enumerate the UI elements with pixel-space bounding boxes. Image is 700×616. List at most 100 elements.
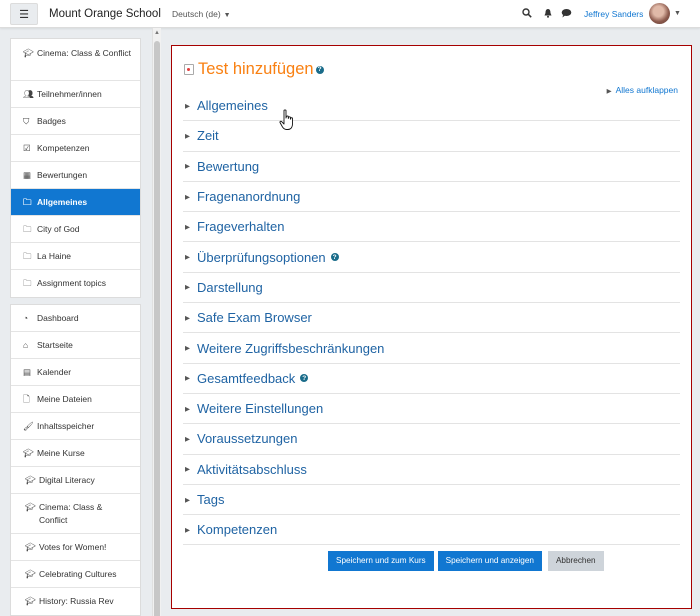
sidebar-item-label: Assignment topics <box>37 278 106 288</box>
folder-icon: 🗀 <box>23 251 32 261</box>
section-zeit[interactable]: ▶ Zeit <box>183 121 680 152</box>
avatar[interactable] <box>649 3 670 24</box>
form-sections: ▶ Allgemeines ▶ Zeit ▶ Bewertung ▶ Fragenano… <box>183 91 680 546</box>
sidebar-scrollbar[interactable]: ▲ <box>152 28 161 616</box>
graduation-cap-icon: 🎓︎ <box>25 569 36 579</box>
section-zugriffsbeschraenkungen[interactable]: ▶ Weitere Zugriffsbeschränkungen <box>183 333 680 364</box>
graduation-cap-icon: 🎓︎ <box>23 48 34 58</box>
sidebar-item-calendar[interactable]: ▤ Kalender <box>11 359 140 386</box>
hamburger-icon: ☰ <box>19 8 29 21</box>
caret-right-icon: ▶ <box>185 223 190 231</box>
section-label[interactable]: Weitere Einstellungen <box>197 401 323 416</box>
sidebar-item-course[interactable]: 🎓︎ Cinema: Class & Conflict <box>11 39 140 81</box>
section-darstellung[interactable]: ▶ Darstellung <box>183 273 680 304</box>
sidebar-item-allgemeines[interactable]: 🗀 Allgemeines <box>11 189 140 216</box>
sidebar-item-assignment-topics[interactable]: 🗀 Assignment topics <box>11 270 140 297</box>
section-weitere-einstellungen[interactable]: ▶ Weitere Einstellungen <box>183 394 680 425</box>
sidebar-item-label: Badges <box>37 116 66 126</box>
sidebar-item-label: City of God <box>37 224 80 234</box>
caret-right-icon: ▶ <box>185 526 190 534</box>
help-icon[interactable]: ? <box>315 65 324 74</box>
sidebar-item-label: Allgemeines <box>37 197 88 207</box>
save-and-return-button[interactable]: Speichern und zum Kurs <box>328 551 434 571</box>
caret-right-icon: ▶ <box>185 193 190 201</box>
language-label: Deutsch (de) <box>172 9 221 19</box>
sidebar-item-label: Meine Dateien <box>37 394 92 404</box>
language-menu[interactable]: Deutsch (de) ▼ <box>172 9 231 19</box>
sidebar-item-cinema[interactable]: 🎓︎ Cinema: Class & Conflict <box>11 494 140 534</box>
help-icon[interactable]: ? <box>300 374 309 383</box>
sidebar-item-label: Dashboard <box>37 313 79 323</box>
caret-right-icon: ▶ <box>185 284 190 292</box>
chat-icon[interactable] <box>561 8 572 21</box>
section-label[interactable]: Tags <box>197 492 224 507</box>
section-label[interactable]: Gesamtfeedback <box>197 371 295 386</box>
section-tags[interactable]: ▶ Tags <box>183 485 680 516</box>
scrollbar-thumb[interactable] <box>154 41 160 616</box>
sidebar-item-dashboard[interactable]: ◔ Dashboard <box>11 305 140 332</box>
section-safe-exam-browser[interactable]: ▶ Safe Exam Browser <box>183 303 680 334</box>
help-icon[interactable]: ? <box>330 253 339 262</box>
section-label[interactable]: Voraussetzungen <box>197 431 297 446</box>
shield-icon: ⛉ <box>23 116 30 126</box>
sidebar-item-label: Kompetenzen <box>37 143 90 153</box>
bell-icon[interactable] <box>543 8 553 21</box>
users-icon: 👥︎ <box>23 89 34 99</box>
sidebar-item-label: Startseite <box>37 340 73 350</box>
section-label[interactable]: Bewertung <box>197 159 259 174</box>
section-frageverhalten[interactable]: ▶ Frageverhalten <box>183 212 680 243</box>
site-name[interactable]: Mount Orange School <box>49 8 161 20</box>
sidebar-item-badges[interactable]: ⛉ Badges <box>11 108 140 135</box>
sidebar-item-competencies[interactable]: ☑ Kompetenzen <box>11 135 140 162</box>
section-kompetenzen[interactable]: ▶ Kompetenzen <box>183 515 680 546</box>
section-label[interactable]: Zeit <box>197 128 219 143</box>
form-buttons: Speichern und zum Kurs Speichern und anz… <box>328 551 604 571</box>
section-label[interactable]: Allgemeines <box>197 98 268 113</box>
sidebar-item-home[interactable]: ⌂ Startseite <box>11 332 140 359</box>
section-label[interactable]: Weitere Zugriffsbeschränkungen <box>197 341 384 356</box>
section-allgemeines[interactable]: ▶ Allgemeines <box>183 91 680 122</box>
menu-toggle-button[interactable]: ☰ <box>10 3 38 25</box>
caret-right-icon: ▶ <box>185 466 190 474</box>
sidebar-item-my-courses[interactable]: 🎓︎ Meine Kurse <box>11 440 140 467</box>
section-label[interactable]: Kompetenzen <box>197 522 277 537</box>
sidebar-item-la-haine[interactable]: 🗀 La Haine <box>11 243 140 270</box>
section-label[interactable]: Safe Exam Browser <box>197 310 312 325</box>
sidebar-item-content-bank[interactable]: 🖌︎ Inhaltsspeicher <box>11 413 140 440</box>
section-label[interactable]: Frageverhalten <box>197 219 284 234</box>
hand-pointer-cursor-icon <box>279 109 293 130</box>
brush-icon: 🖌︎ <box>23 421 34 431</box>
sidebar-item-digital-literacy[interactable]: 🎓︎ Digital Literacy <box>11 467 140 494</box>
sidebar-item-votes-for-women[interactable]: 🎓︎ Votes for Women! <box>11 534 140 561</box>
section-bewertung[interactable]: ▶ Bewertung <box>183 152 680 182</box>
scroll-up-icon[interactable]: ▲ <box>154 30 160 36</box>
cancel-button[interactable]: Abbrechen <box>547 551 604 571</box>
section-label[interactable]: Überprüfungsoptionen <box>197 250 326 265</box>
section-gesamtfeedback[interactable]: ▶ Gesamtfeedback? <box>183 364 680 394</box>
caret-right-icon: ▶ <box>185 314 190 322</box>
section-ueberpruefungsoptionen[interactable]: ▶ Überprüfungsoptionen? <box>183 242 680 273</box>
sidebar-item-history-russia[interactable]: 🎓︎ History: Russia Rev <box>11 588 140 615</box>
section-voraussetzungen[interactable]: ▶ Voraussetzungen <box>183 424 680 455</box>
section-aktivitaetsabschluss[interactable]: ▶ Aktivitätsabschluss <box>183 455 680 485</box>
caret-down-icon[interactable]: ▼ <box>674 10 681 17</box>
sidebar-item-label: Celebrating Cultures <box>39 569 117 579</box>
section-fragenanordnung[interactable]: ▶ Fragenanordnung <box>183 182 680 213</box>
sidebar-item-my-files[interactable]: 🗋 Meine Dateien <box>11 386 140 413</box>
caret-right-icon: ▶ <box>185 435 190 443</box>
sidebar-item-label: History: Russia Rev <box>39 596 114 606</box>
site-nav-group: ◔ Dashboard ⌂ Startseite ▤ Kalender 🗋 Me… <box>10 304 141 616</box>
sidebar-item-grades[interactable]: ▦ Bewertungen <box>11 162 140 189</box>
sidebar-item-participants[interactable]: 👥︎ Teilnehmer/innen <box>11 81 140 108</box>
graduation-cap-icon: 🎓︎ <box>23 448 34 458</box>
search-icon[interactable] <box>522 8 532 21</box>
section-label[interactable]: Fragenanordnung <box>197 189 300 204</box>
save-and-display-button[interactable]: Speichern und anzeigen <box>437 551 542 571</box>
section-label[interactable]: Darstellung <box>197 280 263 295</box>
user-name[interactable]: Jeffrey Sanders <box>584 9 643 19</box>
graduation-cap-icon: 🎓︎ <box>25 542 36 552</box>
section-label[interactable]: Aktivitätsabschluss <box>197 462 307 477</box>
sidebar-item-city-of-god[interactable]: 🗀 City of God <box>11 216 140 243</box>
top-navbar: ☰ Mount Orange School Deutsch (de) ▼ Jeff… <box>0 0 700 28</box>
sidebar-item-celebrating-cultures[interactable]: 🎓︎ Celebrating Cultures <box>11 561 140 588</box>
